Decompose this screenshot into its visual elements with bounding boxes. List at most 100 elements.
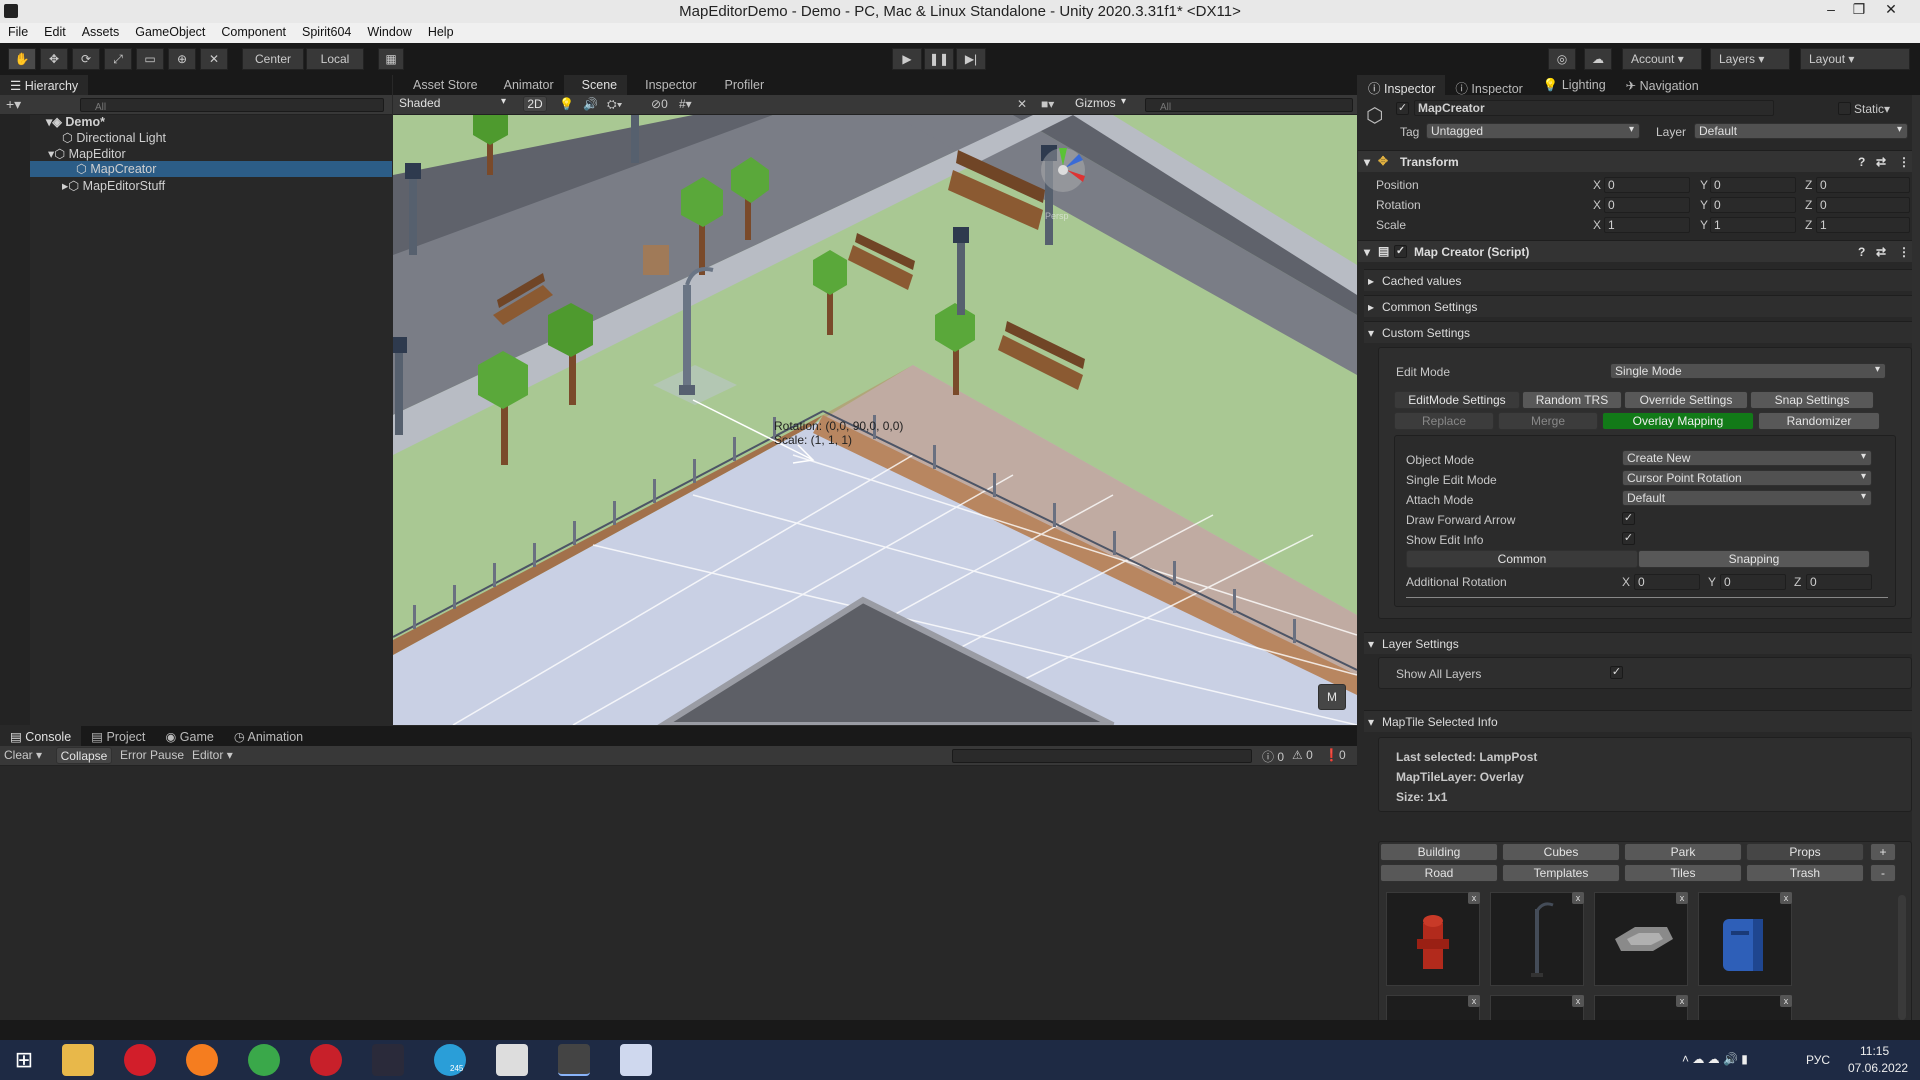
tab-console[interactable]: ▤ Console <box>0 726 82 746</box>
tab-lighting[interactable]: 💡 Lighting <box>1533 75 1616 95</box>
category-tiles[interactable]: Tiles <box>1624 864 1742 882</box>
menu-file[interactable]: File <box>0 23 36 43</box>
tab-project[interactable]: ▤ Project <box>81 726 155 746</box>
category-cubes[interactable]: Cubes <box>1502 843 1620 861</box>
additional-rotation-x-field[interactable]: 0 <box>1634 574 1700 590</box>
tab-override-settings[interactable]: Override Settings <box>1624 391 1748 409</box>
log-count-icon[interactable]: ⓘ 0 <box>1262 748 1284 765</box>
menu-help[interactable]: Help <box>420 23 462 43</box>
firefox-icon[interactable] <box>186 1044 218 1076</box>
unity-hub-icon[interactable] <box>496 1044 528 1076</box>
remove-prefab-button[interactable]: x <box>1572 892 1584 904</box>
object-mode-dropdown[interactable]: Create New <box>1622 450 1872 466</box>
prefab-thumb-5[interactable] <box>1386 995 1480 1020</box>
merge-button[interactable]: Merge <box>1498 412 1598 430</box>
context-menu-icon[interactable]: ⋮ <box>1898 245 1910 259</box>
collab-icon[interactable]: ◎ <box>1548 48 1576 70</box>
remove-prefab-button[interactable]: x <box>1676 995 1688 1007</box>
scene-search-input[interactable]: All <box>1145 98 1353 113</box>
overlay-mapping-button[interactable]: Overlay Mapping <box>1602 412 1754 430</box>
clear-button[interactable]: Clear ▾ <box>4 748 42 762</box>
position-y-field[interactable]: 0 <box>1710 177 1796 193</box>
preset-icon[interactable]: ⇄ <box>1876 245 1886 259</box>
draw-forward-arrow-checkbox[interactable]: ✓ <box>1622 512 1635 525</box>
hidden-objects-icon[interactable]: ⊘0 <box>651 97 668 111</box>
warning-count-icon[interactable]: ⚠ 0 <box>1292 748 1313 762</box>
tab-scene[interactable]: Scene <box>563 75 628 95</box>
randomizer-button[interactable]: Randomizer <box>1758 412 1880 430</box>
scale-x-field[interactable]: 1 <box>1604 217 1690 233</box>
prefab-thumb-7[interactable] <box>1594 995 1688 1020</box>
rotation-y-field[interactable]: 0 <box>1710 197 1796 213</box>
add-category-button[interactable]: + <box>1870 843 1896 861</box>
show-all-layers-checkbox[interactable]: ✓ <box>1610 666 1623 679</box>
help-icon[interactable]: ? <box>1858 245 1865 259</box>
minimize-button[interactable]: – <box>1818 1 1844 17</box>
edit-mode-dropdown[interactable]: Single Mode <box>1610 363 1886 379</box>
tag-dropdown[interactable]: Untagged <box>1426 123 1640 139</box>
audio-toggle-icon[interactable]: 🔊 <box>583 97 598 111</box>
rotation-x-field[interactable]: 0 <box>1604 197 1690 213</box>
console-search-input[interactable] <box>952 749 1252 763</box>
tree-item-directional-light[interactable]: ⬡ Directional Light <box>62 130 166 146</box>
prefab-thumb-hydrant[interactable] <box>1386 892 1480 986</box>
prefab-thumb-lamppost[interactable] <box>1490 892 1584 986</box>
remove-category-button[interactable]: - <box>1870 864 1896 882</box>
static-checkbox[interactable] <box>1838 102 1851 115</box>
telegram-icon[interactable]: 245 <box>434 1044 466 1076</box>
clock-time[interactable]: 11:15 <box>1860 1044 1889 1058</box>
remove-prefab-button[interactable]: x <box>1468 892 1480 904</box>
effects-toggle-icon[interactable]: ⛭▾ <box>607 97 622 112</box>
help-icon[interactable]: ? <box>1858 155 1865 169</box>
tab-snapping[interactable]: Snapping <box>1638 550 1870 568</box>
position-z-field[interactable]: 0 <box>1816 177 1910 193</box>
custom-settings-foldout[interactable]: ▾ Custom Settings <box>1364 321 1912 343</box>
add-object-button[interactable]: +▾ <box>6 96 21 113</box>
category-templates[interactable]: Templates <box>1502 864 1620 882</box>
attach-mode-dropdown[interactable]: Default <box>1622 490 1872 506</box>
grid-toggle-icon[interactable]: #▾ <box>679 97 692 111</box>
prefab-scrollbar[interactable] <box>1898 895 1906 1020</box>
tab-inspector-2[interactable]: ⓘ Inspector <box>1445 75 1532 96</box>
camera-icon[interactable]: ■▾ <box>1041 97 1054 111</box>
show-edit-info-checkbox[interactable]: ✓ <box>1622 532 1635 545</box>
hand-tool-icon[interactable]: ✋ <box>8 48 36 70</box>
tab-inspector[interactable]: ⓘ Inspector <box>1358 75 1446 96</box>
active-checkbox[interactable]: ✓ <box>1396 102 1409 115</box>
map-editor-m-button[interactable]: M <box>1318 684 1346 710</box>
cloud-icon[interactable]: ☁ <box>1584 48 1612 70</box>
script-header[interactable]: ▾ ▤ ✓ Map Creator (Script) ? ⇄ ⋮ <box>1358 240 1920 262</box>
scale-tool-icon[interactable]: ⤢ <box>104 48 132 70</box>
additional-rotation-z-field[interactable]: 0 <box>1806 574 1872 590</box>
position-x-field[interactable]: 0 <box>1604 177 1690 193</box>
category-park[interactable]: Park <box>1624 843 1742 861</box>
shading-dropdown[interactable]: Shaded <box>395 96 511 112</box>
context-menu-icon[interactable]: ⋮ <box>1898 155 1910 169</box>
clock-date[interactable]: 07.06.2022 <box>1848 1061 1908 1075</box>
tab-hierarchy[interactable]: ☰ Hierarchy <box>0 75 89 95</box>
tree-item-demo-scene[interactable]: ▾◈ Demo* <box>46 114 105 130</box>
tree-item-mapcreator[interactable]: ⬡ MapCreator <box>30 161 392 177</box>
cached-values-foldout[interactable]: ▸ Cached values <box>1364 269 1912 291</box>
remove-prefab-button[interactable]: x <box>1572 995 1584 1007</box>
menu-component[interactable]: Component <box>213 23 294 43</box>
step-button[interactable]: ▶| <box>956 48 986 70</box>
tree-item-mapeditorstuff[interactable]: ▸⬡ MapEditorStuff <box>62 178 165 194</box>
unity-editor-icon[interactable] <box>558 1044 590 1076</box>
app-chart-icon[interactable] <box>620 1044 652 1076</box>
tab-common[interactable]: Common <box>1406 550 1638 568</box>
tab-asset-store[interactable]: Asset Store <box>393 75 488 95</box>
hierarchy-search-input[interactable]: All <box>80 98 384 113</box>
layer-dropdown[interactable]: Default <box>1694 123 1908 139</box>
tab-animator[interactable]: Animator <box>488 75 564 95</box>
remove-prefab-button[interactable]: x <box>1676 892 1688 904</box>
tools-icon[interactable]: ✕ <box>1017 97 1027 111</box>
explorer-icon[interactable] <box>62 1044 94 1076</box>
category-props[interactable]: Props <box>1746 843 1864 861</box>
pause-button[interactable]: ❚❚ <box>924 48 954 70</box>
mode-2d-button[interactable]: 2D <box>523 96 547 112</box>
menu-window[interactable]: Window <box>359 23 419 43</box>
remove-prefab-button[interactable]: x <box>1468 995 1480 1007</box>
scale-z-field[interactable]: 1 <box>1816 217 1910 233</box>
layer-settings-foldout[interactable]: ▾ Layer Settings <box>1364 632 1912 654</box>
